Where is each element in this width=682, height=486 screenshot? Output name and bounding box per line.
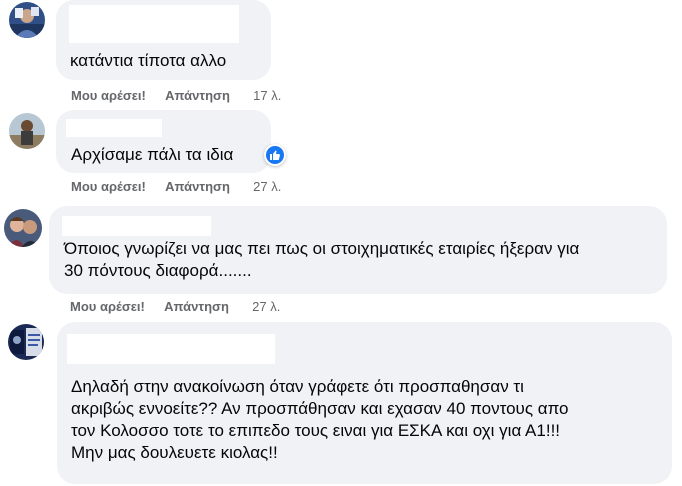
comment-actions: Μου αρέσει! Απάντηση 17 λ. (71, 88, 281, 103)
comment-text: Όποιος γνωρίζει να μας πει πως οι στοιχη… (64, 239, 580, 280)
commenter-name-redacted (67, 334, 275, 364)
comment-actions: Μου αρέσει! Απάντηση 27 λ. (70, 299, 280, 314)
thumbs-up-icon (270, 150, 280, 160)
reaction-badge[interactable] (264, 144, 286, 166)
commenter-avatar[interactable] (8, 324, 44, 360)
commenter-name-redacted (66, 119, 162, 137)
reply-link[interactable]: Απάντηση (164, 299, 229, 314)
comment-timestamp[interactable]: 27 λ. (252, 299, 280, 314)
comment-timestamp[interactable]: 17 λ. (253, 88, 281, 103)
comment-timestamp[interactable]: 27 λ. (253, 179, 281, 194)
reply-link[interactable]: Απάντηση (165, 179, 230, 194)
reply-link[interactable]: Απάντηση (165, 88, 230, 103)
comment-text: Αρχίσαμε πάλι τα ιδια (71, 145, 234, 164)
avatar-photo-icon (8, 324, 44, 360)
avatar-photo-icon (9, 113, 45, 149)
commenter-name-redacted (69, 5, 239, 43)
commenter-avatar[interactable] (9, 113, 45, 149)
like-link[interactable]: Μου αρέσει! (71, 179, 146, 194)
like-link[interactable]: Μου αρέσει! (71, 88, 146, 103)
commenter-avatar[interactable] (9, 2, 45, 38)
commenter-avatar[interactable] (4, 209, 42, 247)
like-link[interactable]: Μου αρέσει! (70, 299, 145, 314)
avatar-photo-icon (9, 2, 45, 38)
commenter-name-redacted (62, 216, 211, 236)
avatar-photo-icon (4, 209, 42, 247)
comment-text: Δηλαδή στην ανακοίνωση όταν γράφετε ότι … (71, 377, 569, 462)
comment-actions: Μου αρέσει! Απάντηση 27 λ. (71, 179, 281, 194)
comment-text: κατάντια τίποτα αλλο (70, 51, 227, 70)
